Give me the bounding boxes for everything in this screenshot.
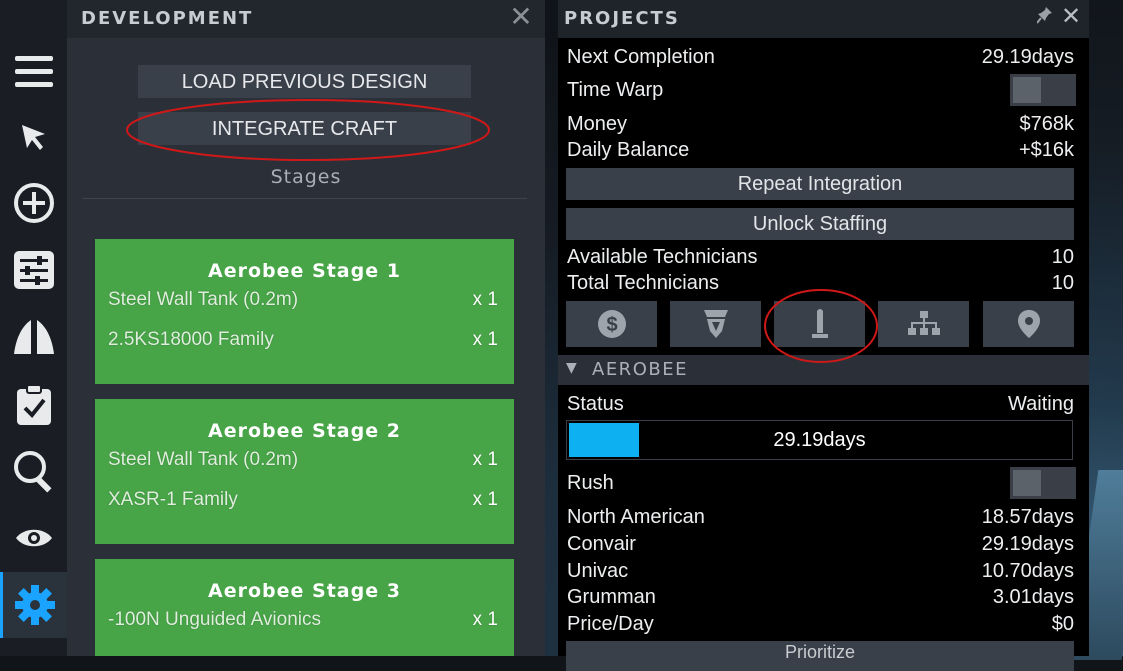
annotation-overlay	[126, 99, 878, 363]
annotation-ellipse-vessels-tab	[764, 289, 878, 363]
annotation-ellipse-integrate	[126, 99, 490, 161]
